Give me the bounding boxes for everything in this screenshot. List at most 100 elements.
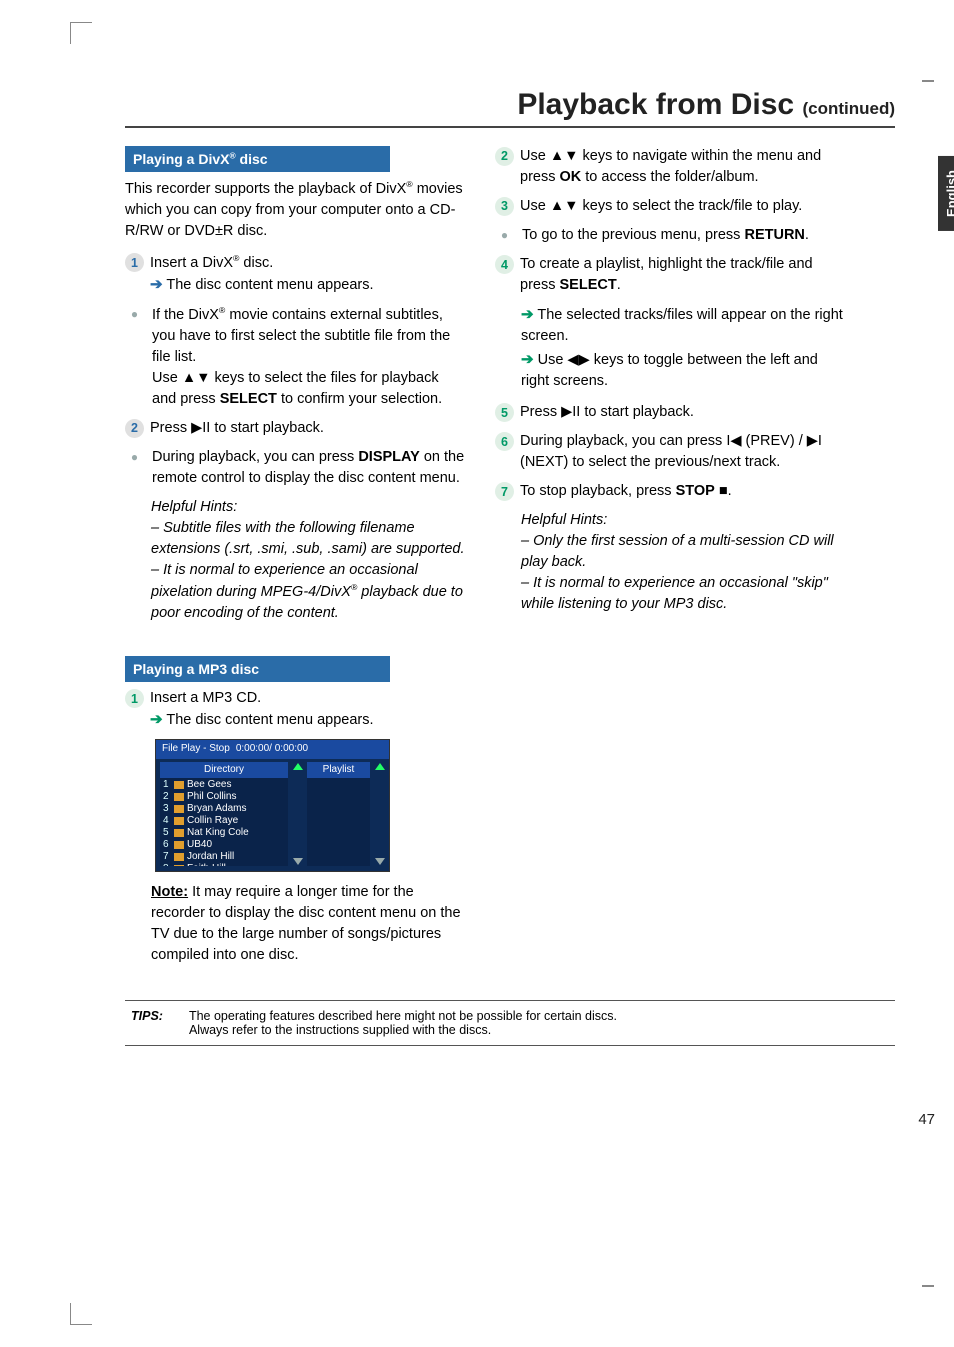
mp3-note-label: Note: bbox=[151, 884, 188, 900]
r-step-3: 3 Use ▲▼ keys to select the track/file t… bbox=[495, 196, 845, 217]
title-row: Playback from Disc (continued) bbox=[125, 88, 895, 128]
page-content: Playback from Disc (continued) English P… bbox=[125, 88, 895, 1046]
left-right-icon: ◀▶ bbox=[567, 352, 589, 368]
left-column: Playing a DivX® disc This recorder suppo… bbox=[125, 146, 465, 976]
next-track-icon: ▶I bbox=[807, 433, 822, 449]
r-step5-b: to start playback. bbox=[580, 404, 694, 420]
r-step-6: 6 During playback, you can press I◀ (PRE… bbox=[495, 431, 845, 473]
r-step4-arrow2: ➔ Use ◀▶ keys to toggle between the left… bbox=[521, 349, 845, 392]
ss-header: File Play - Stop 0:00:00/ 0:00:00 bbox=[156, 740, 389, 759]
ss-scrollbar-1 bbox=[292, 762, 303, 866]
right-column: 2 Use ▲▼ keys to navigate within the men… bbox=[495, 146, 845, 976]
step-number-4: 4 bbox=[495, 255, 514, 274]
ss-scrollbar-2 bbox=[374, 762, 385, 866]
r-step2-d: to access the folder/album. bbox=[581, 169, 758, 185]
step-number-2: 2 bbox=[495, 147, 514, 166]
r-step4-c: . bbox=[617, 277, 621, 293]
ss-file-row: 6UB40 bbox=[160, 839, 288, 851]
heading-divx-pre: Playing a DivX bbox=[133, 151, 229, 167]
tips-text: The operating features described here mi… bbox=[189, 1009, 617, 1037]
divx-hints-1: – Subtitle files with the following file… bbox=[151, 520, 464, 557]
r-step2-c: OK bbox=[560, 169, 582, 185]
ss-header-b: 0:00:00/ 0:00:00 bbox=[236, 742, 308, 757]
divx-intro-1: This recorder supports the playback of D… bbox=[125, 181, 406, 197]
crop-mark-tr bbox=[922, 80, 934, 82]
ss-file-row: 8Faith Hill bbox=[160, 863, 288, 866]
r-step-2: 2 Use ▲▼ keys to navigate within the men… bbox=[495, 146, 845, 188]
divx-hints: Helpful Hints: – Subtitle files with the… bbox=[151, 497, 465, 624]
r-step7-b: STOP bbox=[676, 483, 715, 499]
divx-step-2: 2 Press ▶II to start playback. bbox=[125, 418, 465, 439]
tips-box: TIPS: The operating features described h… bbox=[125, 1000, 895, 1046]
r-step6-b: (PREV) / bbox=[742, 433, 807, 449]
divx-intro: This recorder supports the playback of D… bbox=[125, 178, 465, 242]
r-step-4: 4 To create a playlist, highlight the tr… bbox=[495, 254, 845, 296]
r-bullet-c: . bbox=[805, 227, 809, 243]
ss-header-a: File Play - Stop bbox=[162, 742, 230, 757]
scroll-up-icon bbox=[375, 763, 385, 770]
step-number-6: 6 bbox=[495, 432, 514, 451]
play-pause-icon: ▶II bbox=[191, 420, 210, 436]
ss-file-row: 1Bee Gees bbox=[160, 779, 288, 791]
ss-file-row: 2Phil Collins bbox=[160, 791, 288, 803]
step-number-1: 1 bbox=[125, 253, 144, 272]
tips-line1: The operating features described here mi… bbox=[189, 1009, 617, 1023]
page-number: 47 bbox=[918, 1111, 935, 1128]
r-step2-a: Use bbox=[520, 148, 550, 164]
r-step3-b: keys to select the track/file to play. bbox=[579, 198, 803, 214]
arrow-icon: ➔ bbox=[150, 276, 163, 293]
prev-track-icon: I◀ bbox=[726, 433, 741, 449]
mp3-note: Note: It may require a longer time for t… bbox=[151, 882, 465, 966]
r-hints-2: – It is normal to experience an occasion… bbox=[521, 575, 828, 612]
r-step7-a: To stop playback, press bbox=[520, 483, 676, 499]
ss-file-list: 1Bee Gees2Phil Collins3Bryan Adams4Colli… bbox=[160, 778, 288, 866]
divx-step1-a: Insert a DivX bbox=[150, 255, 233, 271]
tips-line2: Always refer to the instructions supplie… bbox=[189, 1023, 491, 1037]
r-hints-head: Helpful Hints: bbox=[521, 512, 607, 528]
page-title: Playback from Disc (continued) bbox=[517, 88, 895, 121]
arrow-icon: ➔ bbox=[521, 351, 534, 368]
r-bullet-a: To go to the previous menu, press bbox=[522, 227, 744, 243]
crop-mark-bl bbox=[70, 1303, 92, 1325]
divx-step1-b: disc. bbox=[239, 255, 273, 271]
ss-file-row: 4Collin Raye bbox=[160, 815, 288, 827]
step-number-1: 1 bbox=[125, 689, 144, 708]
r-bullet-b: RETURN bbox=[744, 227, 804, 243]
divx-hints-head: Helpful Hints: bbox=[151, 499, 237, 515]
r-step-5: 5 Press ▶II to start playback. bbox=[495, 402, 845, 423]
step-number-3: 3 bbox=[495, 197, 514, 216]
mp3-step1-arrow: The disc content menu appears. bbox=[163, 712, 374, 728]
ss-playlist-label: Playlist bbox=[307, 762, 370, 779]
ss-playlist-area bbox=[307, 778, 370, 866]
divx-bullet-3a: Use bbox=[152, 370, 182, 386]
divx-step1-arrow: The disc content menu appears. bbox=[163, 277, 374, 293]
tips-label: TIPS: bbox=[131, 1009, 163, 1037]
r-hints: Helpful Hints: – Only the first session … bbox=[521, 510, 845, 615]
r-step4-b: SELECT bbox=[560, 277, 617, 293]
mp3-note-text: It may require a longer time for the rec… bbox=[151, 884, 461, 963]
mp3-step-1: 1 Insert a MP3 CD. ➔ The disc content me… bbox=[125, 688, 465, 731]
stop-icon: ■ bbox=[719, 483, 728, 499]
heading-divx-post: disc bbox=[236, 151, 268, 167]
crop-mark-tl bbox=[70, 22, 92, 44]
scroll-down-icon bbox=[293, 858, 303, 865]
ss-file-row: 3Bryan Adams bbox=[160, 803, 288, 815]
divx-step2-b: to start playback. bbox=[210, 420, 324, 436]
language-tab: English bbox=[938, 156, 954, 231]
ss-directory-label: Directory bbox=[160, 762, 288, 779]
r-step3-a: Use bbox=[520, 198, 550, 214]
step-number-7: 7 bbox=[495, 482, 514, 501]
up-down-icon: ▲▼ bbox=[550, 148, 579, 164]
scroll-up-icon bbox=[293, 763, 303, 770]
arrow-icon: ➔ bbox=[521, 306, 534, 323]
divx-bullet-display: During playback, you can press DISPLAY o… bbox=[125, 447, 465, 489]
crop-mark-br bbox=[922, 1285, 934, 1287]
heading-divx: Playing a DivX® disc bbox=[125, 146, 390, 172]
divx-step2-a: Press bbox=[150, 420, 191, 436]
divx-bullet2-a: During playback, you can press bbox=[152, 449, 358, 465]
r-bullet-return: To go to the previous menu, press RETURN… bbox=[495, 225, 845, 246]
r-step6-a: During playback, you can press bbox=[520, 433, 726, 449]
divx-bullet-3c: SELECT bbox=[220, 391, 277, 407]
r-step4-arr1-text: The selected tracks/files will appear on… bbox=[521, 307, 843, 344]
r-step5-a: Press bbox=[520, 404, 561, 420]
